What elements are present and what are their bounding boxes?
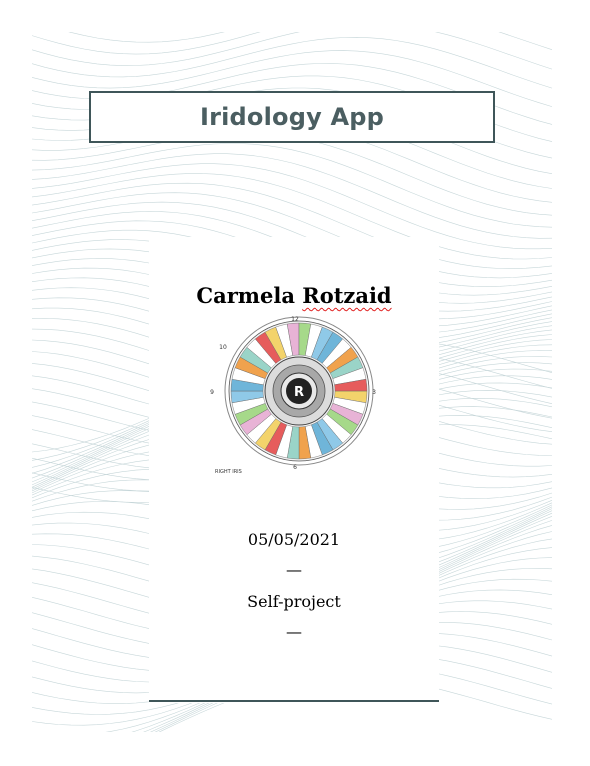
clock-number-3: 3 (372, 389, 376, 396)
title-box: Iridology App (89, 91, 495, 143)
separator-dash: — (286, 560, 302, 579)
iris-chart-image: R 12 3 6 9 10 RIGHT IRIS (209, 315, 389, 475)
iris-center-letter: R (294, 385, 304, 400)
cover-card: Carmela Rotzaid R 12 3 6 9 10 RIGHT IRIS (149, 237, 439, 703)
project-type: Self-project (247, 592, 341, 611)
clock-number-10: 10 (219, 344, 227, 351)
author-name: Carmela Rotzaid (149, 283, 439, 308)
iris-caption: RIGHT IRIS (215, 469, 242, 475)
document-page: Iridology App Carmela Rotzaid R 12 3 6 9… (0, 0, 590, 766)
iris-chart-graphic: R 12 3 6 9 10 RIGHT IRIS (210, 316, 376, 475)
author-last-name: Rotzaid (302, 283, 392, 308)
card-bottom-rule (149, 700, 439, 702)
clock-number-6: 6 (293, 464, 297, 471)
clock-number-9: 9 (210, 389, 214, 396)
author-first-name: Carmela (196, 283, 295, 308)
clock-number-12: 12 (291, 316, 299, 323)
separator-dash: — (286, 622, 302, 641)
document-date: 05/05/2021 (247, 530, 341, 549)
document-title: Iridology App (199, 103, 385, 131)
